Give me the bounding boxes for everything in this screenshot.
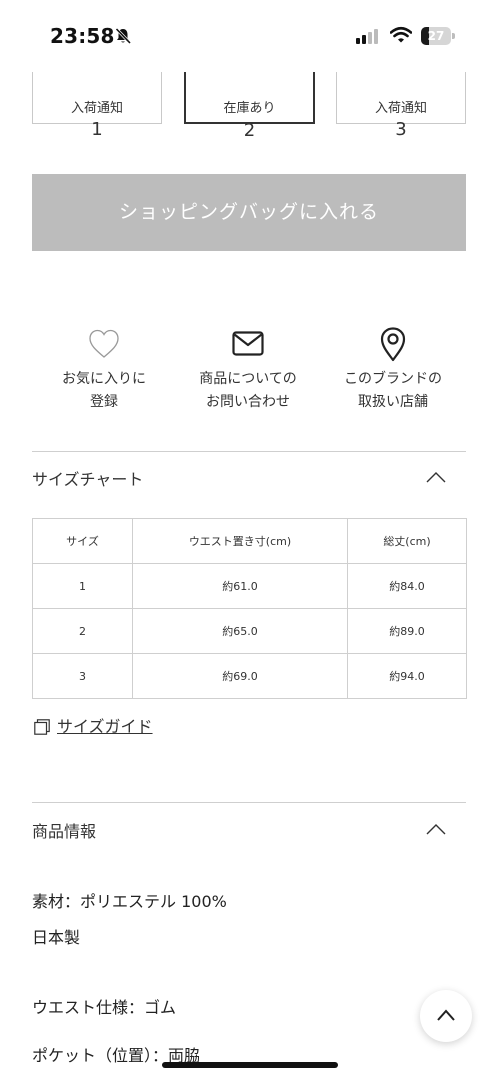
table-header-cell: ウエスト置き寸(cm) [132, 518, 348, 564]
table-cell: 3 [32, 653, 133, 699]
battery-level-text: 27 [427, 29, 445, 43]
section-divider [32, 802, 466, 803]
action-label: 取扱い店舗 [358, 394, 428, 410]
add-to-favorites-button[interactable]: お気に入りに 登録 [34, 326, 174, 414]
cellular-signal-icon [356, 29, 378, 44]
size-chart-table: サイズ ウエスト置き寸(cm) 総丈(cm) 1 約61.0 約84.0 2 約… [32, 518, 467, 699]
status-time: 23:58 [50, 24, 115, 48]
table-cell: 約89.0 [347, 608, 467, 654]
chevron-up-icon[interactable] [425, 822, 447, 836]
external-window-icon [34, 719, 50, 735]
size-chart-header[interactable]: サイズチャート [32, 466, 143, 490]
product-inquiry-button[interactable]: 商品についての お問い合わせ [178, 326, 318, 414]
section-divider [32, 451, 466, 452]
product-info-line: 素材：ポリエステル 100% [32, 892, 227, 911]
battery-icon: 27 [421, 27, 455, 45]
scroll-to-top-button[interactable] [420, 990, 472, 1042]
table-row: 1 約61.0 約84.0 [32, 563, 467, 609]
chevron-up-icon [437, 1009, 455, 1021]
size-option-status: 入荷通知 [70, 101, 123, 116]
table-cell: 2 [32, 608, 133, 654]
envelope-icon [232, 331, 264, 356]
table-cell: 約94.0 [347, 653, 467, 699]
size-option-status: 入荷通知 [374, 101, 427, 116]
size-guide-label: サイズガイド [57, 717, 153, 736]
table-header-cell: 総丈(cm) [347, 518, 467, 564]
action-label: お気に入りに [62, 371, 146, 387]
size-option-number: 3 [395, 119, 407, 140]
home-indicator [162, 1062, 338, 1068]
wifi-icon [390, 26, 412, 43]
product-info-line: ウエスト仕様：ゴム [32, 998, 177, 1017]
table-cell: 約61.0 [132, 563, 348, 609]
action-label: このブランドの [344, 371, 442, 387]
size-option-status: 在庫あり [223, 101, 276, 116]
action-label: 商品についての [199, 371, 297, 387]
table-row: 2 約65.0 約89.0 [32, 608, 467, 654]
product-info-line: 日本製 [32, 928, 81, 947]
bell-slash-icon [115, 27, 132, 45]
add-to-bag-button[interactable]: ショッピングバッグに入れる [32, 174, 466, 251]
product-info-header[interactable]: 商品情報 [32, 818, 96, 842]
status-bar: 23:58 27 [0, 0, 499, 72]
table-cell: 1 [32, 563, 133, 609]
table-row: 3 約69.0 約94.0 [32, 653, 467, 699]
size-option-number: 2 [243, 120, 256, 141]
heart-icon [89, 329, 119, 358]
table-header-row: サイズ ウエスト置き寸(cm) 総丈(cm) [32, 518, 467, 564]
chevron-up-icon[interactable] [425, 470, 447, 484]
table-cell: 約69.0 [132, 653, 348, 699]
brand-stores-button[interactable]: このブランドの 取扱い店舗 [323, 326, 463, 414]
table-cell: 約65.0 [132, 608, 348, 654]
action-label: 登録 [90, 394, 118, 410]
table-cell: 約84.0 [347, 563, 467, 609]
map-pin-icon [380, 327, 406, 362]
table-header-cell: サイズ [32, 518, 133, 564]
size-option-number: 1 [91, 119, 103, 140]
action-label: お問い合わせ [206, 394, 290, 410]
